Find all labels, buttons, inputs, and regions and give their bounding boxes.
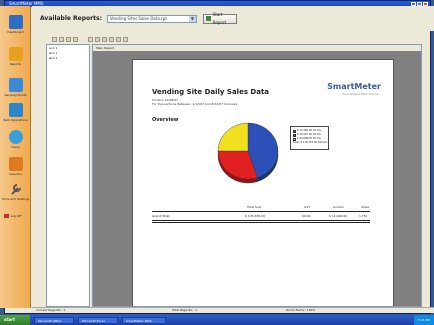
status-bar: Current Page No.: 1 Total Page No.: 1 Zo…: [32, 307, 434, 313]
report-meta: Printed: 12/08/07 For Transactions Betwe…: [152, 98, 237, 106]
transaction-range: For Transactions Between: 1/12/07 and 8/…: [152, 102, 238, 106]
grand-total-label: Grand Total:: [152, 214, 171, 218]
users-icon: [8, 130, 23, 144]
start-button[interactable]: start: [0, 315, 30, 325]
sidebar-item-bulk-operations[interactable]: Bulk Operations: [2, 103, 29, 122]
tree-node[interactable]: ⊞-0 1: [49, 56, 87, 61]
system-tray: 5:21 PM: [413, 315, 434, 325]
sidebar-item-users[interactable]: Users: [2, 130, 29, 149]
refresh-icon[interactable]: [66, 37, 71, 42]
sidebar-item-reports[interactable]: Reports: [2, 47, 29, 66]
total-page-status: Total Page No.: 1: [172, 308, 198, 312]
sidebar: Dashboard Reports Vending Points Bulk Op…: [0, 6, 31, 308]
sidebar-item-dashboard[interactable]: Dashboard: [2, 15, 29, 34]
report-selector-bar: Available Reports: Vending Sites Sales D…: [32, 6, 434, 31]
dashboard-icon: [8, 15, 23, 29]
start-report-button[interactable]: Start Report: [202, 12, 237, 25]
sidebar-item-tools-settings[interactable]: Tools and Settings: [2, 182, 29, 201]
folder-icon: [8, 47, 23, 61]
total-sold-value: $ 176,355.00: [245, 214, 266, 218]
search-icon[interactable]: [116, 37, 121, 42]
main-report-tab[interactable]: Main Report: [93, 45, 421, 51]
available-reports-label: Available Reports:: [40, 15, 102, 22]
sessions-icon: [8, 157, 23, 171]
zoom-status: Zoom Factor: 100%: [286, 308, 316, 312]
report-dropdown[interactable]: Vending Sites Sales Data.rpt ▼: [106, 14, 197, 23]
smartmeter-logo: SmartMeter: [327, 82, 381, 91]
next-page-icon[interactable]: [102, 37, 107, 42]
sidebar-item-vending-points[interactable]: Vending Points: [2, 78, 29, 97]
pie-slice-yellow: [217, 122, 249, 152]
report-dropdown-value: Vending Sites Sales Data.rpt: [109, 15, 167, 21]
first-page-icon[interactable]: [88, 37, 93, 42]
logoff-icon: [4, 213, 9, 218]
divider: [152, 220, 370, 221]
taskbar-item[interactable]: Microsoft Office: [34, 316, 74, 324]
sidebar-item-log-off[interactable]: Log Off: [2, 213, 29, 219]
chart-legend: $ 79,360.00 45.0% $ 52,907.00 30.0% $ 44…: [290, 126, 329, 150]
sales-pie-chart: [217, 122, 279, 184]
gst-header: GST: [304, 205, 311, 209]
total-sold-header: Total Sold: [247, 205, 262, 209]
taskbar-item[interactable]: Microsoft Excel: [78, 316, 118, 324]
wrench-icon: [9, 182, 23, 196]
taskbar: start Microsoft Office Microsoft Excel S…: [0, 315, 434, 325]
viewer-toolbar: [48, 36, 430, 43]
legend-total: Total: $ 176,355.00 100.0%: [293, 141, 328, 144]
report-page: Vending Site Daily Sales Data SmartMeter…: [132, 59, 394, 306]
chevron-down-icon[interactable]: ▼: [188, 15, 196, 22]
overview-heading: Overview: [152, 117, 179, 123]
sidebar-item-sessions[interactable]: Sessions: [2, 157, 29, 176]
sales-value: 1,751: [359, 214, 368, 218]
divider: [152, 211, 370, 212]
bulk-icon: [8, 103, 23, 117]
toggle-tree-icon[interactable]: [73, 37, 78, 42]
print-icon[interactable]: [59, 37, 64, 42]
export-icon[interactable]: [52, 37, 57, 42]
previous-page-icon[interactable]: [95, 37, 100, 42]
report-title: Vending Site Daily Sales Data: [152, 88, 270, 96]
arrears-header: Arrears: [333, 205, 344, 209]
clock: 5:21 PM: [417, 318, 430, 322]
report-preview[interactable]: Main Report Vending Site Daily Sales Dat…: [92, 44, 422, 307]
report-icon: [205, 16, 211, 21]
divider: [152, 222, 370, 223]
last-page-icon[interactable]: [109, 37, 114, 42]
current-page-status: Current Page No.: 1: [36, 308, 66, 312]
vending-icon: [8, 78, 23, 92]
taskbar-item[interactable]: SmartMeter MMS: [122, 316, 166, 324]
arrears-value: $ 11,000.00: [329, 214, 348, 218]
sales-header: Sales: [361, 205, 369, 209]
group-tree: ⊟-0 1 ⊞-0 1 ⊞-0 1: [46, 44, 90, 307]
gst-value: $0.00: [302, 214, 311, 218]
zoom-icon[interactable]: [123, 37, 128, 42]
logo-tagline: The Intelligent Meter Solution: [341, 93, 379, 96]
